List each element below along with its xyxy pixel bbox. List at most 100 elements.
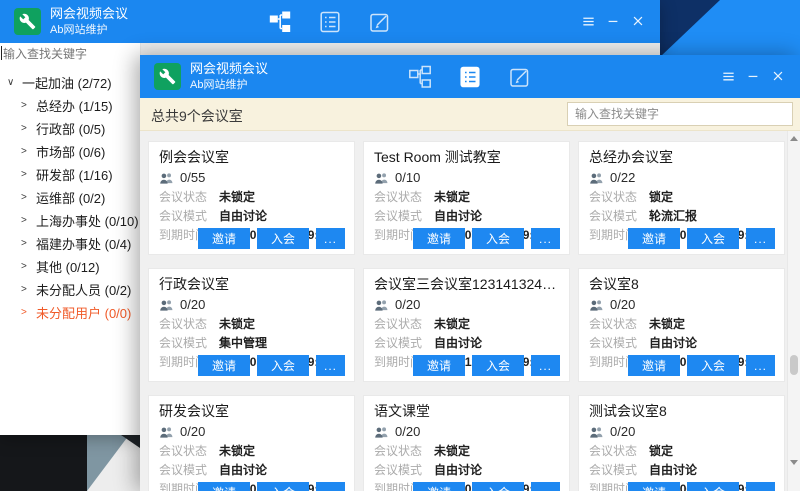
participants-icon: [374, 299, 389, 311]
join-button[interactable]: 入会: [687, 228, 739, 249]
status-value: 未锁定: [434, 315, 470, 332]
compose-icon[interactable]: [508, 65, 532, 89]
card-buttons: 邀请 入会 ...: [198, 355, 345, 376]
more-button[interactable]: ...: [746, 228, 775, 249]
chevron-icon: >: [21, 123, 36, 134]
minimize-icon[interactable]: [605, 13, 621, 29]
tree-item-label: 行政部 (0/5): [36, 119, 105, 138]
join-button[interactable]: 入会: [257, 355, 309, 376]
more-button[interactable]: ...: [316, 482, 345, 491]
invite-button[interactable]: 邀请: [628, 355, 680, 376]
tree-item[interactable]: ∨ 一起加油 (2/72): [0, 71, 140, 94]
front-toolbar: [408, 65, 532, 89]
meeting-list-icon[interactable]: [458, 65, 482, 89]
room-name: 研发会议室: [159, 401, 344, 422]
status-label: 会议状态: [374, 442, 434, 459]
tree-item-label: 总经办 (1/15): [36, 96, 113, 115]
join-button[interactable]: 入会: [472, 355, 524, 376]
minimize-icon[interactable]: [745, 68, 761, 84]
participants-row: 0/20: [589, 422, 774, 441]
mode-value: 自由讨论: [434, 334, 482, 351]
invite-button[interactable]: 邀请: [198, 355, 250, 376]
invite-button[interactable]: 邀请: [413, 355, 465, 376]
more-button[interactable]: ...: [316, 355, 345, 376]
mode-row: 会议模式自由讨论: [589, 333, 774, 352]
tree-item-label: 运维部 (0/2): [36, 188, 105, 207]
tree-item[interactable]: > 未分配用户 (0/0): [0, 301, 140, 324]
close-icon[interactable]: [770, 68, 786, 84]
scroll-down-icon[interactable]: [790, 460, 798, 465]
sidebar-search-input[interactable]: [0, 43, 140, 64]
wallpaper-black-shape: [0, 435, 87, 491]
more-button[interactable]: ...: [746, 355, 775, 376]
card-buttons: 邀请 入会 ...: [628, 482, 775, 491]
mode-value: 集中管理: [219, 334, 267, 351]
wallpaper-bottom-left: [0, 435, 140, 491]
status-row: 会议状态未锁定: [159, 314, 344, 333]
join-button[interactable]: 入会: [687, 355, 739, 376]
mode-label: 会议模式: [159, 334, 219, 351]
status-row: 会议状态未锁定: [589, 314, 774, 333]
scrollbar[interactable]: [787, 131, 800, 491]
app-icon: [14, 8, 41, 35]
more-button[interactable]: ...: [316, 228, 345, 249]
join-button[interactable]: 入会: [472, 482, 524, 491]
tree-item[interactable]: > 行政部 (0/5): [0, 117, 140, 140]
text-caret: [1, 46, 2, 60]
tree-item[interactable]: > 研发部 (1/16): [0, 163, 140, 186]
join-button[interactable]: 入会: [257, 228, 309, 249]
join-button[interactable]: 入会: [472, 228, 524, 249]
compose-icon[interactable]: [368, 10, 392, 34]
status-value: 未锁定: [434, 188, 470, 205]
room-card: 研发会议室 0/20 会议状态未锁定 会议模式自由讨论 到期时间2022-01-…: [148, 395, 355, 491]
room-search-input[interactable]: [567, 102, 793, 126]
org-chart-icon[interactable]: [268, 10, 292, 34]
meeting-list-icon[interactable]: [318, 10, 342, 34]
mode-row: 会议模式自由讨论: [374, 460, 559, 479]
back-titlebar: 网会视频会议 Ab网站维护: [0, 0, 660, 43]
card-buttons: 邀请 入会 ...: [628, 228, 775, 249]
participants-icon: [159, 426, 174, 438]
wallpaper-navy-triangle: [660, 0, 720, 57]
more-button[interactable]: ...: [531, 355, 560, 376]
invite-button[interactable]: 邀请: [413, 482, 465, 491]
main-window: 网会视频会议 Ab网站维护: [140, 55, 800, 491]
mode-label: 会议模式: [374, 207, 434, 224]
mode-row: 会议模式自由讨论: [159, 460, 344, 479]
more-button[interactable]: ...: [531, 228, 560, 249]
scroll-thumb[interactable]: [790, 355, 798, 375]
tree-item[interactable]: > 福建办事处 (0/4): [0, 232, 140, 255]
app-title: 网会视频会议: [50, 6, 128, 23]
tree-item[interactable]: > 上海办事处 (0/10): [0, 209, 140, 232]
more-button[interactable]: ...: [746, 482, 775, 491]
mode-row: 会议模式自由讨论: [374, 333, 559, 352]
status-value: 锁定: [649, 442, 673, 459]
room-card: 行政会议室 0/20 会议状态未锁定 会议模式集中管理 到期时间2023-01-…: [148, 268, 355, 382]
scroll-up-icon[interactable]: [790, 136, 798, 141]
invite-button[interactable]: 邀请: [198, 482, 250, 491]
tree-item[interactable]: > 未分配人员 (0/2): [0, 278, 140, 301]
invite-button[interactable]: 邀请: [628, 482, 680, 491]
tree-item-label: 福建办事处 (0/4): [36, 234, 131, 253]
more-button[interactable]: ...: [531, 482, 560, 491]
join-button[interactable]: 入会: [687, 482, 739, 491]
close-icon[interactable]: [630, 13, 646, 29]
participant-count: 0/20: [395, 424, 420, 439]
join-button[interactable]: 入会: [257, 482, 309, 491]
invite-button[interactable]: 邀请: [198, 228, 250, 249]
menu-icon[interactable]: [720, 68, 736, 84]
chevron-icon: >: [21, 307, 36, 318]
tree-item[interactable]: > 市场部 (0/6): [0, 140, 140, 163]
tree-item[interactable]: > 其他 (0/12): [0, 255, 140, 278]
back-window-controls: [580, 13, 646, 29]
tree-item[interactable]: > 总经办 (1/15): [0, 94, 140, 117]
participants-icon: [589, 172, 604, 184]
invite-button[interactable]: 邀请: [413, 228, 465, 249]
tree-item[interactable]: > 运维部 (0/2): [0, 186, 140, 209]
chevron-icon: >: [21, 192, 36, 203]
org-chart-icon[interactable]: [408, 65, 432, 89]
participants-row: 0/55: [159, 168, 344, 187]
status-value: 未锁定: [219, 442, 255, 459]
invite-button[interactable]: 邀请: [628, 228, 680, 249]
menu-icon[interactable]: [580, 13, 596, 29]
